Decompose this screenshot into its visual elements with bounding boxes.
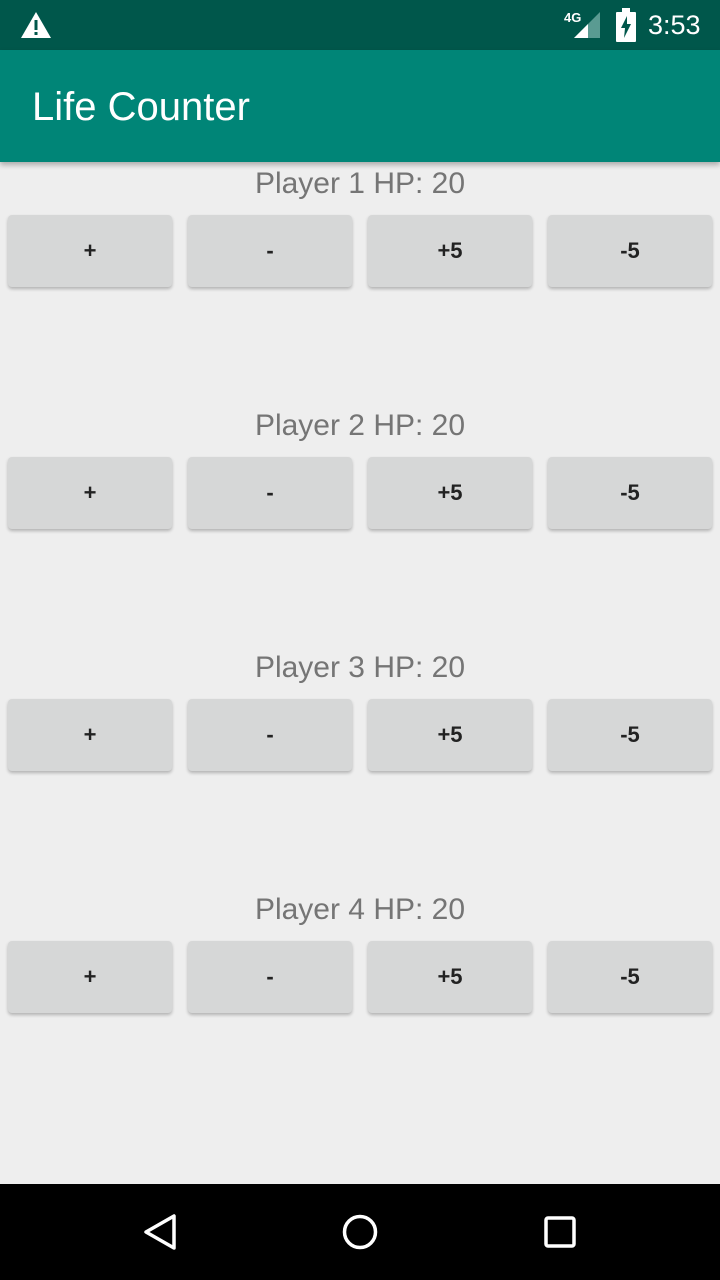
status-bar: 4G 3:53 — [0, 0, 720, 50]
player-4-plus-button[interactable]: + — [8, 941, 172, 1013]
player-2-minus-button[interactable]: - — [188, 457, 352, 529]
player-1-plus-5-button[interactable]: +5 — [368, 215, 532, 287]
player-2-hp-label: Player 2 HP: 20 — [254, 409, 466, 442]
app-bar: Life Counter — [0, 50, 720, 162]
player-2-minus-5-button[interactable]: -5 — [548, 457, 712, 529]
recents-icon[interactable] — [536, 1208, 584, 1256]
player-4-hp-label: Player 4 HP: 20 — [254, 893, 466, 926]
player-4-plus-5-button[interactable]: +5 — [368, 941, 532, 1013]
player-3-minus-5-button[interactable]: -5 — [548, 699, 712, 771]
signal-icon: 4G — [564, 10, 600, 38]
player-1-minus-button[interactable]: - — [188, 215, 352, 287]
warning-icon — [21, 12, 51, 38]
player-4-button-row: + - +5 -5 — [0, 941, 720, 1021]
player-3-plus-5-button[interactable]: +5 — [368, 699, 532, 771]
player-3-minus-button[interactable]: - — [188, 699, 352, 771]
player-3-plus-button[interactable]: + — [8, 699, 172, 771]
player-3-hp-label: Player 3 HP: 20 — [254, 651, 466, 684]
navigation-bar — [0, 1184, 720, 1280]
player-1-button-row: + - +5 -5 — [0, 215, 720, 295]
app-title: Life Counter — [32, 85, 250, 129]
battery-charging-icon — [616, 8, 636, 42]
player-2-button-row: + - +5 -5 — [0, 457, 720, 537]
player-2-plus-5-button[interactable]: +5 — [368, 457, 532, 529]
player-3-button-row: + - +5 -5 — [0, 699, 720, 779]
network-type-label: 4G — [564, 10, 581, 25]
back-icon[interactable] — [136, 1208, 184, 1256]
home-icon[interactable] — [336, 1208, 384, 1256]
player-4-minus-5-button[interactable]: -5 — [548, 941, 712, 1013]
clock: 3:53 — [648, 10, 701, 40]
player-4-minus-button[interactable]: - — [188, 941, 352, 1013]
player-2-plus-button[interactable]: + — [8, 457, 172, 529]
player-1-hp-label: Player 1 HP: 20 — [254, 167, 466, 200]
player-1-plus-button[interactable]: + — [8, 215, 172, 287]
player-1-minus-5-button[interactable]: -5 — [548, 215, 712, 287]
